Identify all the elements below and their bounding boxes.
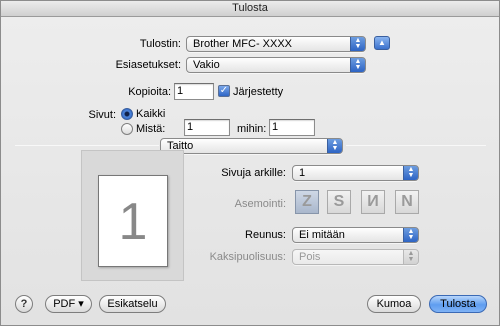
two-sided-select: Pois ▲ ▼ [292, 249, 419, 265]
pages-all-label: Kaikki [136, 108, 166, 120]
border-value: Ei mitään [299, 229, 345, 241]
section-select[interactable]: Taitto ▲ ▼ [160, 138, 343, 154]
popup-arrows-icon: ▲ ▼ [403, 250, 418, 264]
two-sided-value: Pois [299, 251, 321, 263]
pages-label: Sivut: [88, 109, 116, 121]
section-divider-left [15, 145, 159, 146]
layout-direction-label: Asemointi: [234, 198, 286, 210]
cancel-button[interactable]: Kumoa [367, 295, 421, 313]
window-title: Tulosta [1, 1, 499, 17]
pages-all-radio[interactable] [121, 108, 133, 120]
help-button[interactable]: ? [15, 295, 33, 313]
pages-per-sheet-select[interactable]: 1 ▲ ▼ [292, 165, 419, 181]
layout-z-icon[interactable]: Z [295, 190, 319, 214]
copies-field[interactable]: 1 [174, 83, 214, 100]
collated-label: Järjestetty [233, 86, 284, 98]
pages-to-field[interactable]: 1 [269, 119, 315, 136]
print-button[interactable]: Tulosta [429, 295, 487, 313]
preview-page: 1 [98, 175, 168, 267]
preview-button[interactable]: Esikatselu [99, 295, 166, 313]
layout-n-icon[interactable]: N [395, 190, 419, 214]
popup-arrows-icon: ▲ ▼ [350, 37, 365, 51]
pdf-menu-button[interactable]: PDF ▾ [45, 295, 92, 313]
layout-n-reverse-icon[interactable]: И [361, 190, 385, 214]
pages-to-label: mihin: [237, 123, 267, 135]
layout-s-icon[interactable]: S [327, 190, 351, 214]
copies-label: Kopioita: [128, 86, 171, 98]
pages-range-radio[interactable] [121, 123, 133, 135]
disclosure-triangle-icon[interactable]: ▲ [374, 36, 390, 50]
pages-per-sheet-value: 1 [299, 167, 306, 179]
pages-from-field[interactable]: 1 [184, 119, 230, 136]
popup-arrows-icon: ▲ ▼ [327, 139, 342, 153]
border-select[interactable]: Ei mitään ▲ ▼ [292, 227, 419, 243]
popup-arrows-icon: ▲ ▼ [403, 228, 418, 242]
presets-select[interactable]: Vakio ▲ ▼ [186, 57, 366, 73]
section-divider-right [346, 145, 486, 146]
popup-arrows-icon: ▲ ▼ [403, 166, 418, 180]
two-sided-label: Kaksipuolisuus: [209, 251, 286, 263]
print-dialog: Tulosta Tulostin: Brother MFC- XXXX ▲ ▼ ▲… [0, 0, 500, 326]
presets-value: Vakio [193, 59, 220, 71]
printer-label: Tulostin: [139, 38, 181, 50]
collated-checkbox[interactable]: ✓ [218, 85, 230, 97]
presets-label: Esiasetukset: [115, 59, 181, 71]
pages-from-label: Mistä: [136, 123, 166, 135]
popup-arrows-icon: ▲ ▼ [350, 58, 365, 72]
printer-select[interactable]: Brother MFC- XXXX ▲ ▼ [186, 36, 366, 52]
border-label: Reunus: [245, 229, 286, 241]
pages-per-sheet-label: Sivuja arkille: [221, 167, 286, 179]
printer-value: Brother MFC- XXXX [193, 38, 293, 50]
